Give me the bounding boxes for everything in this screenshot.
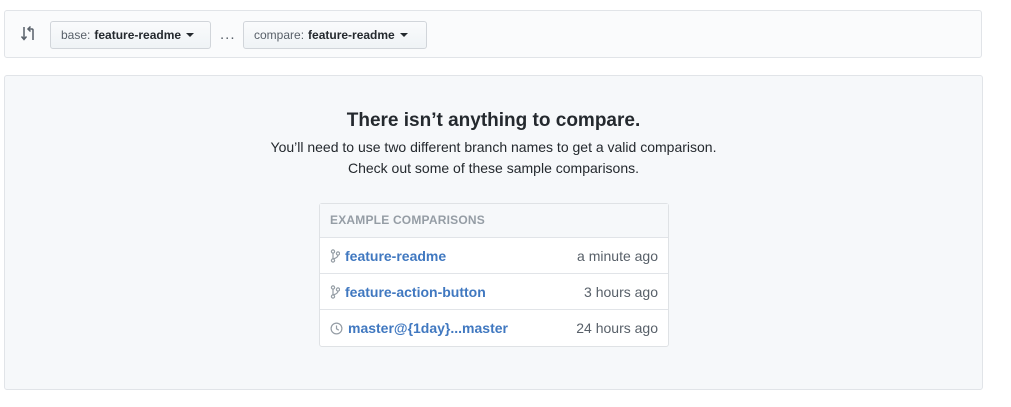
example-time: 24 hours ago bbox=[576, 320, 658, 336]
compare-branch-value: feature-readme bbox=[308, 28, 395, 42]
example-link[interactable]: master@{1day}...master bbox=[348, 320, 508, 336]
example-link[interactable]: feature-readme bbox=[345, 248, 446, 264]
blankslate-title: There isn’t anything to compare. bbox=[346, 110, 641, 131]
example-comparisons: EXAMPLE COMPARISONS feature-readme a min… bbox=[319, 203, 669, 347]
example-time: a minute ago bbox=[577, 247, 658, 264]
git-branch-icon bbox=[330, 248, 342, 263]
blankslate-panel: There isn’t anything to compare. You’ll … bbox=[4, 75, 983, 390]
example-link[interactable]: feature-action-button bbox=[345, 284, 486, 300]
range-ellipsis: ... bbox=[220, 26, 236, 43]
base-label: base: bbox=[61, 28, 91, 42]
caret-down-icon bbox=[186, 33, 195, 37]
caret-down-icon bbox=[399, 33, 408, 37]
range-editor: base: feature-readme ... compare: featur… bbox=[4, 10, 982, 58]
compare-arrows-icon bbox=[19, 25, 37, 43]
example-row: feature-action-button 3 hours ago bbox=[320, 274, 668, 310]
example-row: master@{1day}...master 24 hours ago bbox=[320, 310, 668, 346]
base-branch-value: feature-readme bbox=[94, 28, 182, 42]
compare-branch-select[interactable]: compare: feature-readme bbox=[243, 21, 427, 49]
example-row: feature-readme a minute ago bbox=[320, 238, 668, 274]
history-icon bbox=[330, 321, 345, 335]
base-branch-select[interactable]: base: feature-readme bbox=[50, 21, 211, 49]
git-branch-icon bbox=[330, 284, 342, 299]
blankslate-description: You’ll need to use two different branch … bbox=[270, 139, 717, 155]
compare-label: compare: bbox=[254, 28, 305, 42]
blankslate-hint: Check out some of these sample compariso… bbox=[347, 160, 640, 176]
example-time: 3 hours ago bbox=[584, 283, 658, 300]
example-comparisons-header: EXAMPLE COMPARISONS bbox=[320, 204, 668, 238]
